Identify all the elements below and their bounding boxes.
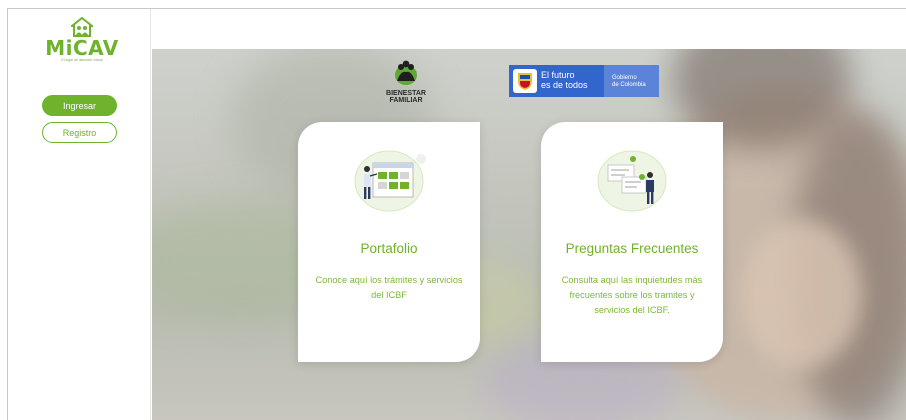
faq-title: Preguntas Frecuentes <box>565 241 699 256</box>
portfolio-description: Conoce aquí los trámites y servicios del… <box>315 275 463 300</box>
colombia-shield-icon <box>513 69 537 93</box>
sidebar: MiCAV El lugar de atención virtual Ingre… <box>8 9 151 420</box>
faq-description: Consulta aquí las inquietudes más frecue… <box>561 275 703 315</box>
app-frame: MiCAV El lugar de atención virtual Ingre… <box>7 8 906 420</box>
register-button[interactable]: Registro <box>42 122 117 143</box>
bienestar-familiar-logo: BIENESTAR FAMILIAR <box>381 59 431 104</box>
gov-label-line1: Gobierno <box>612 75 637 81</box>
logo-text: MiCAV <box>45 36 119 60</box>
hero-background-photo <box>152 49 906 420</box>
portfolio-card[interactable]: Portafolio Conoce aquí los trámites y se… <box>298 122 480 362</box>
login-button[interactable]: Ingresar <box>42 95 117 116</box>
hero: BIENESTAR FAMILIAR El futuro es de todos… <box>152 9 906 420</box>
portfolio-title: Portafolio <box>360 241 418 256</box>
gov-label-line2: de Colombia <box>612 82 646 88</box>
gov-slogan-line2: es de todos <box>541 80 588 90</box>
house-people-icon <box>71 17 93 37</box>
faq-card[interactable]: Preguntas Frecuentes Consulta aquí las i… <box>541 122 723 362</box>
government-banner: El futuro es de todos Gobierno de Colomb… <box>509 65 659 97</box>
bienestar-line1: BIENESTAR <box>386 90 426 97</box>
portfolio-illustration <box>351 147 427 215</box>
gov-slogan-line1: El futuro <box>541 70 575 80</box>
bienestar-line2: FAMILIAR <box>389 97 423 104</box>
family-icon <box>395 60 417 85</box>
micav-logo[interactable]: MiCAV El lugar de atención virtual <box>42 17 122 72</box>
faq-illustration <box>594 147 670 215</box>
top-bar <box>152 9 906 49</box>
